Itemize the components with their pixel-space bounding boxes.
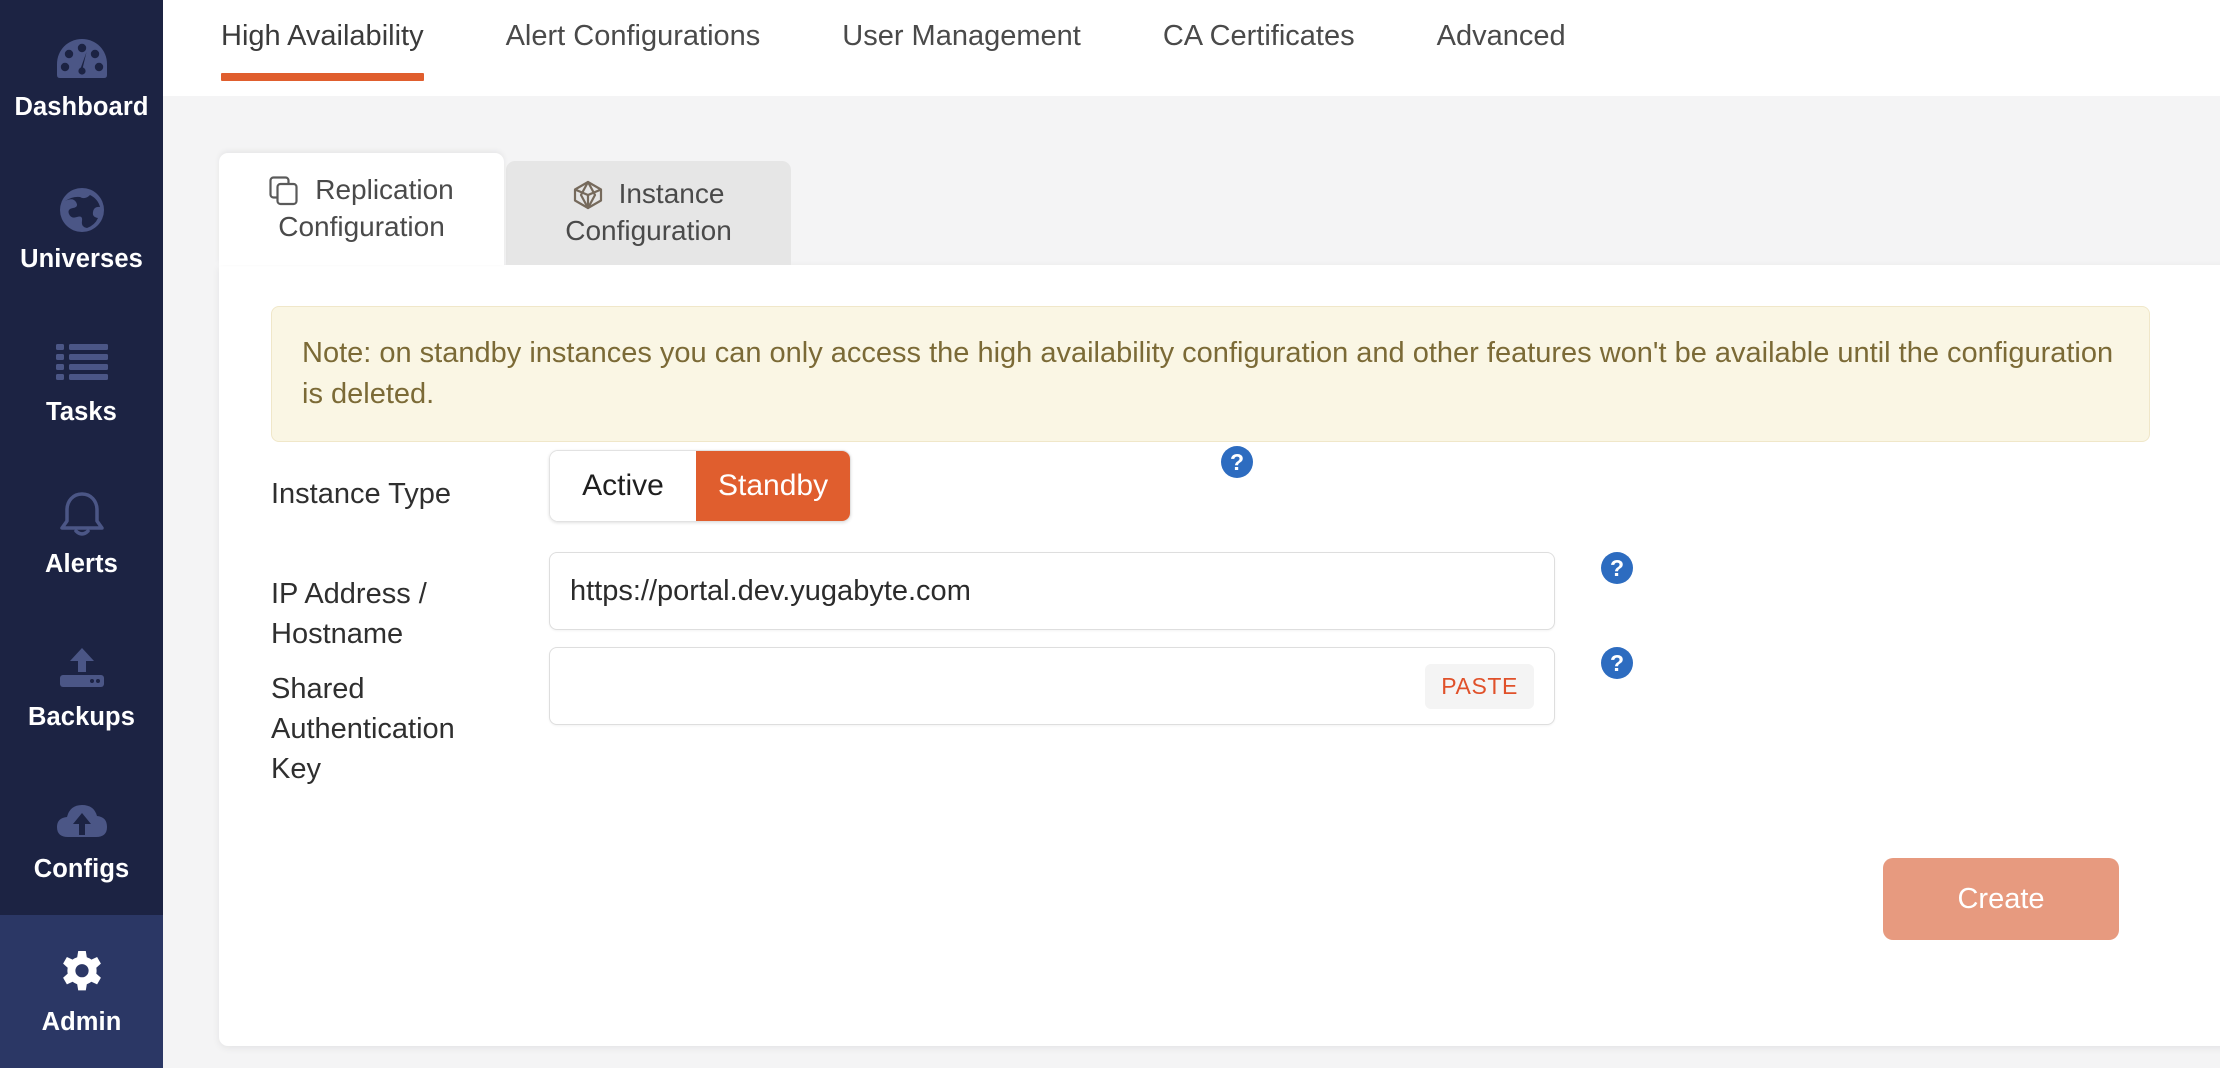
tab-label: Alert Configurations (506, 22, 761, 51)
instance-type-option-active[interactable]: Active (550, 451, 696, 521)
cloud-upload-icon (54, 795, 110, 845)
tab-label: High Availability (221, 22, 424, 51)
help-icon[interactable]: ? (1601, 552, 1633, 584)
sidebar-item-label: Alerts (45, 552, 118, 578)
subtab-label-line2: Configuration (278, 209, 445, 246)
tab-alert-configurations[interactable]: Alert Configurations (506, 0, 761, 96)
sidebar-item-label: Tasks (46, 400, 117, 426)
sidebar-item-label: Admin (42, 1010, 122, 1036)
tab-label: CA Certificates (1163, 22, 1355, 51)
sidebar-item-universes[interactable]: Universes (0, 153, 163, 306)
tab-high-availability[interactable]: High Availability (221, 0, 424, 96)
list-icon (54, 338, 110, 388)
sub-tab-bar: Replication Configuration Instance Conf (219, 153, 791, 265)
upload-server-icon (54, 643, 110, 693)
shared-auth-key-row: Shared Authentication Key PASTE ? (271, 669, 501, 789)
sidebar-item-admin[interactable]: Admin (0, 915, 163, 1068)
instance-type-toggle[interactable]: Active Standby (549, 450, 851, 522)
configuration-card: Note: on standby instances you can only … (219, 265, 2220, 1046)
ip-address-row: IP Address / Hostname ? (271, 574, 501, 654)
ip-address-label: IP Address / Hostname (271, 574, 501, 654)
tab-label: User Management (842, 22, 1081, 51)
sidebar-item-label: Configs (34, 857, 130, 883)
instance-type-option-standby[interactable]: Standby (696, 451, 850, 521)
subtab-label-line2: Configuration (565, 213, 732, 250)
sidebar-item-backups[interactable]: Backups (0, 610, 163, 763)
bell-icon (54, 490, 110, 540)
shared-auth-key-label-line2: Authentication Key (271, 709, 501, 789)
sidebar-item-label: Backups (28, 705, 135, 731)
tab-label: Advanced (1437, 22, 1566, 51)
gear-icon (54, 948, 110, 998)
dashboard-icon (54, 33, 110, 83)
sidebar-item-configs[interactable]: Configs (0, 763, 163, 916)
main-content: Replication Configuration Instance Conf (163, 96, 2220, 1068)
shared-auth-key-input[interactable] (570, 670, 1425, 703)
ip-address-input[interactable] (570, 575, 1534, 608)
subtab-label-line1: Instance (619, 176, 725, 213)
tab-user-management[interactable]: User Management (842, 0, 1081, 96)
ip-address-input-wrapper[interactable] (549, 552, 1555, 630)
sidebar-navigation: Dashboard Universes (0, 0, 163, 1068)
subtab-label-line1: Replication (315, 172, 454, 209)
sidebar-item-alerts[interactable]: Alerts (0, 458, 163, 611)
shared-auth-key-input-wrapper[interactable]: PASTE (549, 647, 1555, 725)
help-icon[interactable]: ? (1601, 647, 1633, 679)
ip-address-label-line1: IP Address / (271, 574, 501, 614)
subtab-replication-configuration[interactable]: Replication Configuration (219, 153, 504, 265)
standby-note-banner: Note: on standby instances you can only … (271, 306, 2150, 442)
paste-button[interactable]: PASTE (1425, 664, 1534, 709)
top-tab-bar: High Availability Alert Configurations U… (163, 0, 2220, 96)
instance-type-row: Instance Type Active Standby ? (271, 474, 501, 514)
shared-auth-key-label-line1: Shared (271, 669, 501, 709)
application-window: Dashboard Universes (0, 0, 2220, 1068)
sidebar-item-label: Dashboard (14, 95, 148, 121)
tab-ca-certificates[interactable]: CA Certificates (1163, 0, 1355, 96)
sidebar-item-dashboard[interactable]: Dashboard (0, 0, 163, 153)
help-icon[interactable]: ? (1221, 446, 1253, 478)
create-button[interactable]: Create (1883, 858, 2119, 940)
shared-auth-key-label: Shared Authentication Key (271, 669, 501, 789)
sidebar-item-tasks[interactable]: Tasks (0, 305, 163, 458)
subtab-instance-configuration[interactable]: Instance Configuration (506, 161, 791, 265)
tab-advanced[interactable]: Advanced (1437, 0, 1566, 96)
sidebar-item-label: Universes (20, 247, 143, 273)
note-text: Note: on standby instances you can only … (302, 337, 2113, 410)
copy-icon (269, 176, 299, 206)
globe-icon (54, 185, 110, 235)
ip-address-label-line2: Hostname (271, 614, 501, 654)
instance-type-label: Instance Type (271, 474, 501, 514)
cube-icon (573, 180, 603, 210)
